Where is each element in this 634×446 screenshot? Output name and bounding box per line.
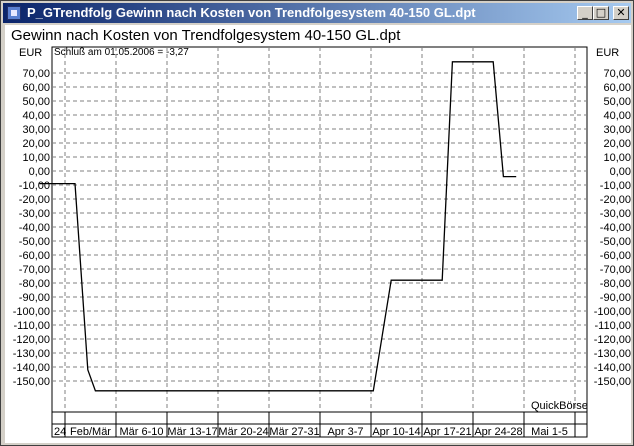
y-tick-label-left: -80,00 [19,278,50,290]
y-tick-label-right: -70,00 [600,264,631,276]
title-bar[interactable]: P_GTrendfolg Gewinn nach Kosten von Tren… [3,3,631,23]
y-tick-label-left: -20,00 [19,194,50,206]
y-tick-label-left: -90,00 [19,292,50,304]
y-tick-label-right: -110,00 [595,320,632,332]
y-tick-label-left: -10,00 [19,180,50,192]
y-tick-label-left: -110,00 [14,320,51,332]
y-tick-label-left: -70,00 [19,264,50,276]
y-tick-label-left: 70,00 [22,68,50,80]
x-tick-label: Mär 13-17 [167,426,217,438]
y-tick-label-left: -100,00 [13,306,50,318]
y-tick-label-left: 10,00 [22,152,50,164]
brand-label: QuickBörse [531,400,588,412]
y-tick-label-right: 60,00 [603,82,631,94]
x-tick-label: 24 [54,426,66,438]
y-tick-label-left: -30,00 [19,208,50,220]
y-tick-label-right: -30,00 [600,208,631,220]
y-tick-label-right: -60,00 [600,250,631,262]
x-tick-label: Apr 17-21 [423,426,471,438]
y-tick-label-right: -20,00 [600,194,631,206]
y-tick-label-right: -80,00 [600,278,631,290]
y-tick-label-left: -120,00 [13,334,50,346]
y-tick-label-right: -10,00 [600,180,631,192]
close-button[interactable]: ✕ [613,6,629,20]
window-title: P_GTrendfolg Gewinn nach Kosten von Tren… [27,5,476,20]
y-tick-label-left: 20,00 [22,138,50,150]
y-tick-label-right: -120,00 [594,334,631,346]
app-icon[interactable] [7,6,21,20]
y-tick-label-right: -50,00 [600,236,631,248]
y-tick-label-left: -140,00 [13,362,50,374]
y-tick-label-left: 40,00 [22,110,50,122]
y-tick-label-right: -100,00 [594,306,631,318]
line-chart: 70,00 70,00 60,00 60,00 50,00 50,00 40,00 40,00… [13,46,632,438]
maximize-button[interactable]: □ [593,6,609,20]
y-tick-label-right: -140,00 [594,362,631,374]
y-tick-label-left: -50,00 [19,236,50,248]
y-tick-label-right: 40,00 [603,110,631,122]
x-tick-label: Mär 27-31 [269,426,319,438]
y-tick-label-right: 50,00 [603,96,631,108]
y-tick-label-left: 30,00 [22,124,50,136]
chart-window: P_GTrendfolg Gewinn nach Kosten von Tren… [0,0,634,446]
y-tick-label-left: 60,00 [22,82,50,94]
closing-note: Schluß am 01.05.2006 = -3,27 [54,47,189,58]
y-tick-label-left: 50,00 [22,96,50,108]
y-tick-label-right: -40,00 [600,222,631,234]
series-line [39,61,517,392]
y-tick-label-right: 30,00 [603,124,631,136]
x-tick-label: Feb/Mär [70,426,111,438]
x-tick-label: Apr 24-28 [474,426,522,438]
y-tick-label-left: 0,00 [29,166,50,178]
y-tick-label-left: -150,00 [13,376,50,388]
y-tick-label-right: 0,00 [610,166,631,178]
x-tick-label: Apr 10-14 [372,426,420,438]
y-tick-label-right: 10,00 [603,152,631,164]
y-tick-label-left: -60,00 [19,250,50,262]
x-tick-label: Mai 1-5 [531,426,568,438]
y-tick-label-right: 70,00 [603,68,631,80]
x-tick-label: Mär 20-24 [218,426,268,438]
y-tick-label-right: -90,00 [600,292,631,304]
x-tick-label: Mär 6-10 [119,426,163,438]
y-tick-label-left: -130,00 [13,348,50,360]
y-tick-label-right: -150,00 [594,376,631,388]
y-tick-label-left: -40,00 [19,222,50,234]
minimize-button[interactable]: _ [577,6,593,20]
y-tick-label-right: -130,00 [594,348,631,360]
y-tick-label-right: 20,00 [603,138,631,150]
x-tick-label: Apr 3-7 [327,426,363,438]
chart-area: Gewinn nach Kosten von Trendfolgesystem … [5,25,631,443]
